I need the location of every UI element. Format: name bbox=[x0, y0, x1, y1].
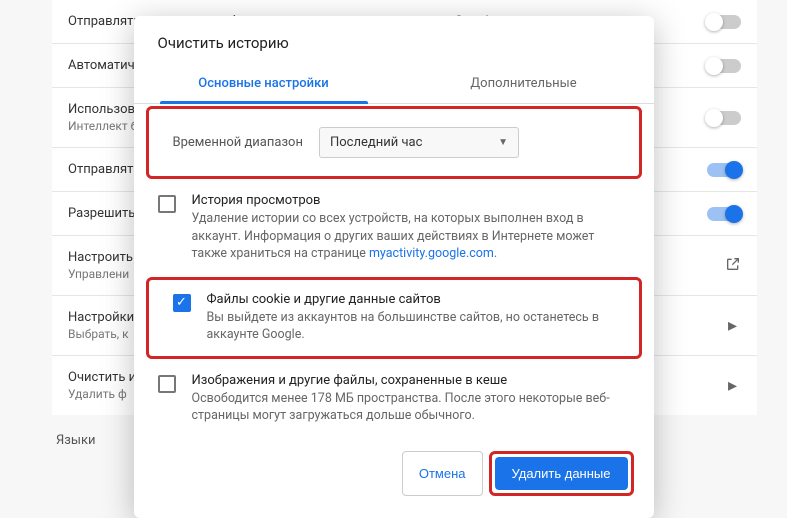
option-browsing-history[interactable]: История просмотров Удаление истории со в… bbox=[134, 181, 654, 275]
tabs: Основные настройки Дополнительные bbox=[134, 66, 654, 104]
time-range-label: Временной диапазон bbox=[173, 135, 303, 150]
chevron-right-icon: ▸ bbox=[724, 315, 741, 336]
toggle[interactable] bbox=[707, 111, 741, 125]
clear-history-dialog: Очистить историю Основные настройки Допо… bbox=[134, 16, 654, 518]
option-cookies[interactable]: ✓ Файлы cookie и другие данные сайтов Вы… bbox=[149, 280, 639, 356]
highlight-time-range: Временной диапазон Последний час ▼ bbox=[146, 106, 642, 179]
tab-basic[interactable]: Основные настройки bbox=[134, 66, 394, 103]
option-desc: Вы выйдете из аккаунтов на большинстве с… bbox=[207, 309, 615, 344]
option-title: Изображения и другие файлы, сохраненные … bbox=[192, 373, 630, 388]
open-external-icon bbox=[725, 256, 741, 276]
cancel-button[interactable]: Отмена bbox=[402, 451, 483, 496]
toggle[interactable] bbox=[707, 207, 741, 221]
highlight-cookies-option: ✓ Файлы cookie и другие данные сайтов Вы… bbox=[146, 277, 642, 359]
tab-advanced[interactable]: Дополнительные bbox=[394, 66, 654, 103]
time-range-select[interactable]: Последний час ▼ bbox=[319, 127, 519, 158]
option-cached-images[interactable]: Изображения и другие файлы, сохраненные … bbox=[134, 361, 654, 437]
option-title: История просмотров bbox=[192, 193, 630, 208]
toggle[interactable] bbox=[707, 59, 741, 73]
chevron-right-icon: ▸ bbox=[724, 375, 741, 396]
clear-data-button[interactable]: Удалить данные bbox=[495, 457, 628, 490]
myactivity-link[interactable]: myactivity.google.com bbox=[369, 246, 494, 261]
toggle[interactable] bbox=[707, 15, 741, 29]
highlight-clear-button: Удалить данные bbox=[489, 451, 634, 496]
checkbox[interactable] bbox=[158, 195, 176, 213]
option-desc: Освободится менее 178 МБ пространства. П… bbox=[192, 390, 630, 425]
toggle[interactable] bbox=[707, 163, 741, 177]
time-range-value: Последний час bbox=[330, 135, 422, 150]
option-desc: Удаление истории со всех устройств, на к… bbox=[192, 210, 630, 263]
dialog-title: Очистить историю bbox=[134, 16, 654, 66]
checkbox[interactable]: ✓ bbox=[173, 294, 191, 312]
checkbox[interactable] bbox=[158, 375, 176, 393]
chevron-down-icon: ▼ bbox=[498, 137, 508, 148]
option-title: Файлы cookie и другие данные сайтов bbox=[207, 292, 615, 307]
dialog-actions: Отмена Удалить данные bbox=[134, 437, 654, 502]
